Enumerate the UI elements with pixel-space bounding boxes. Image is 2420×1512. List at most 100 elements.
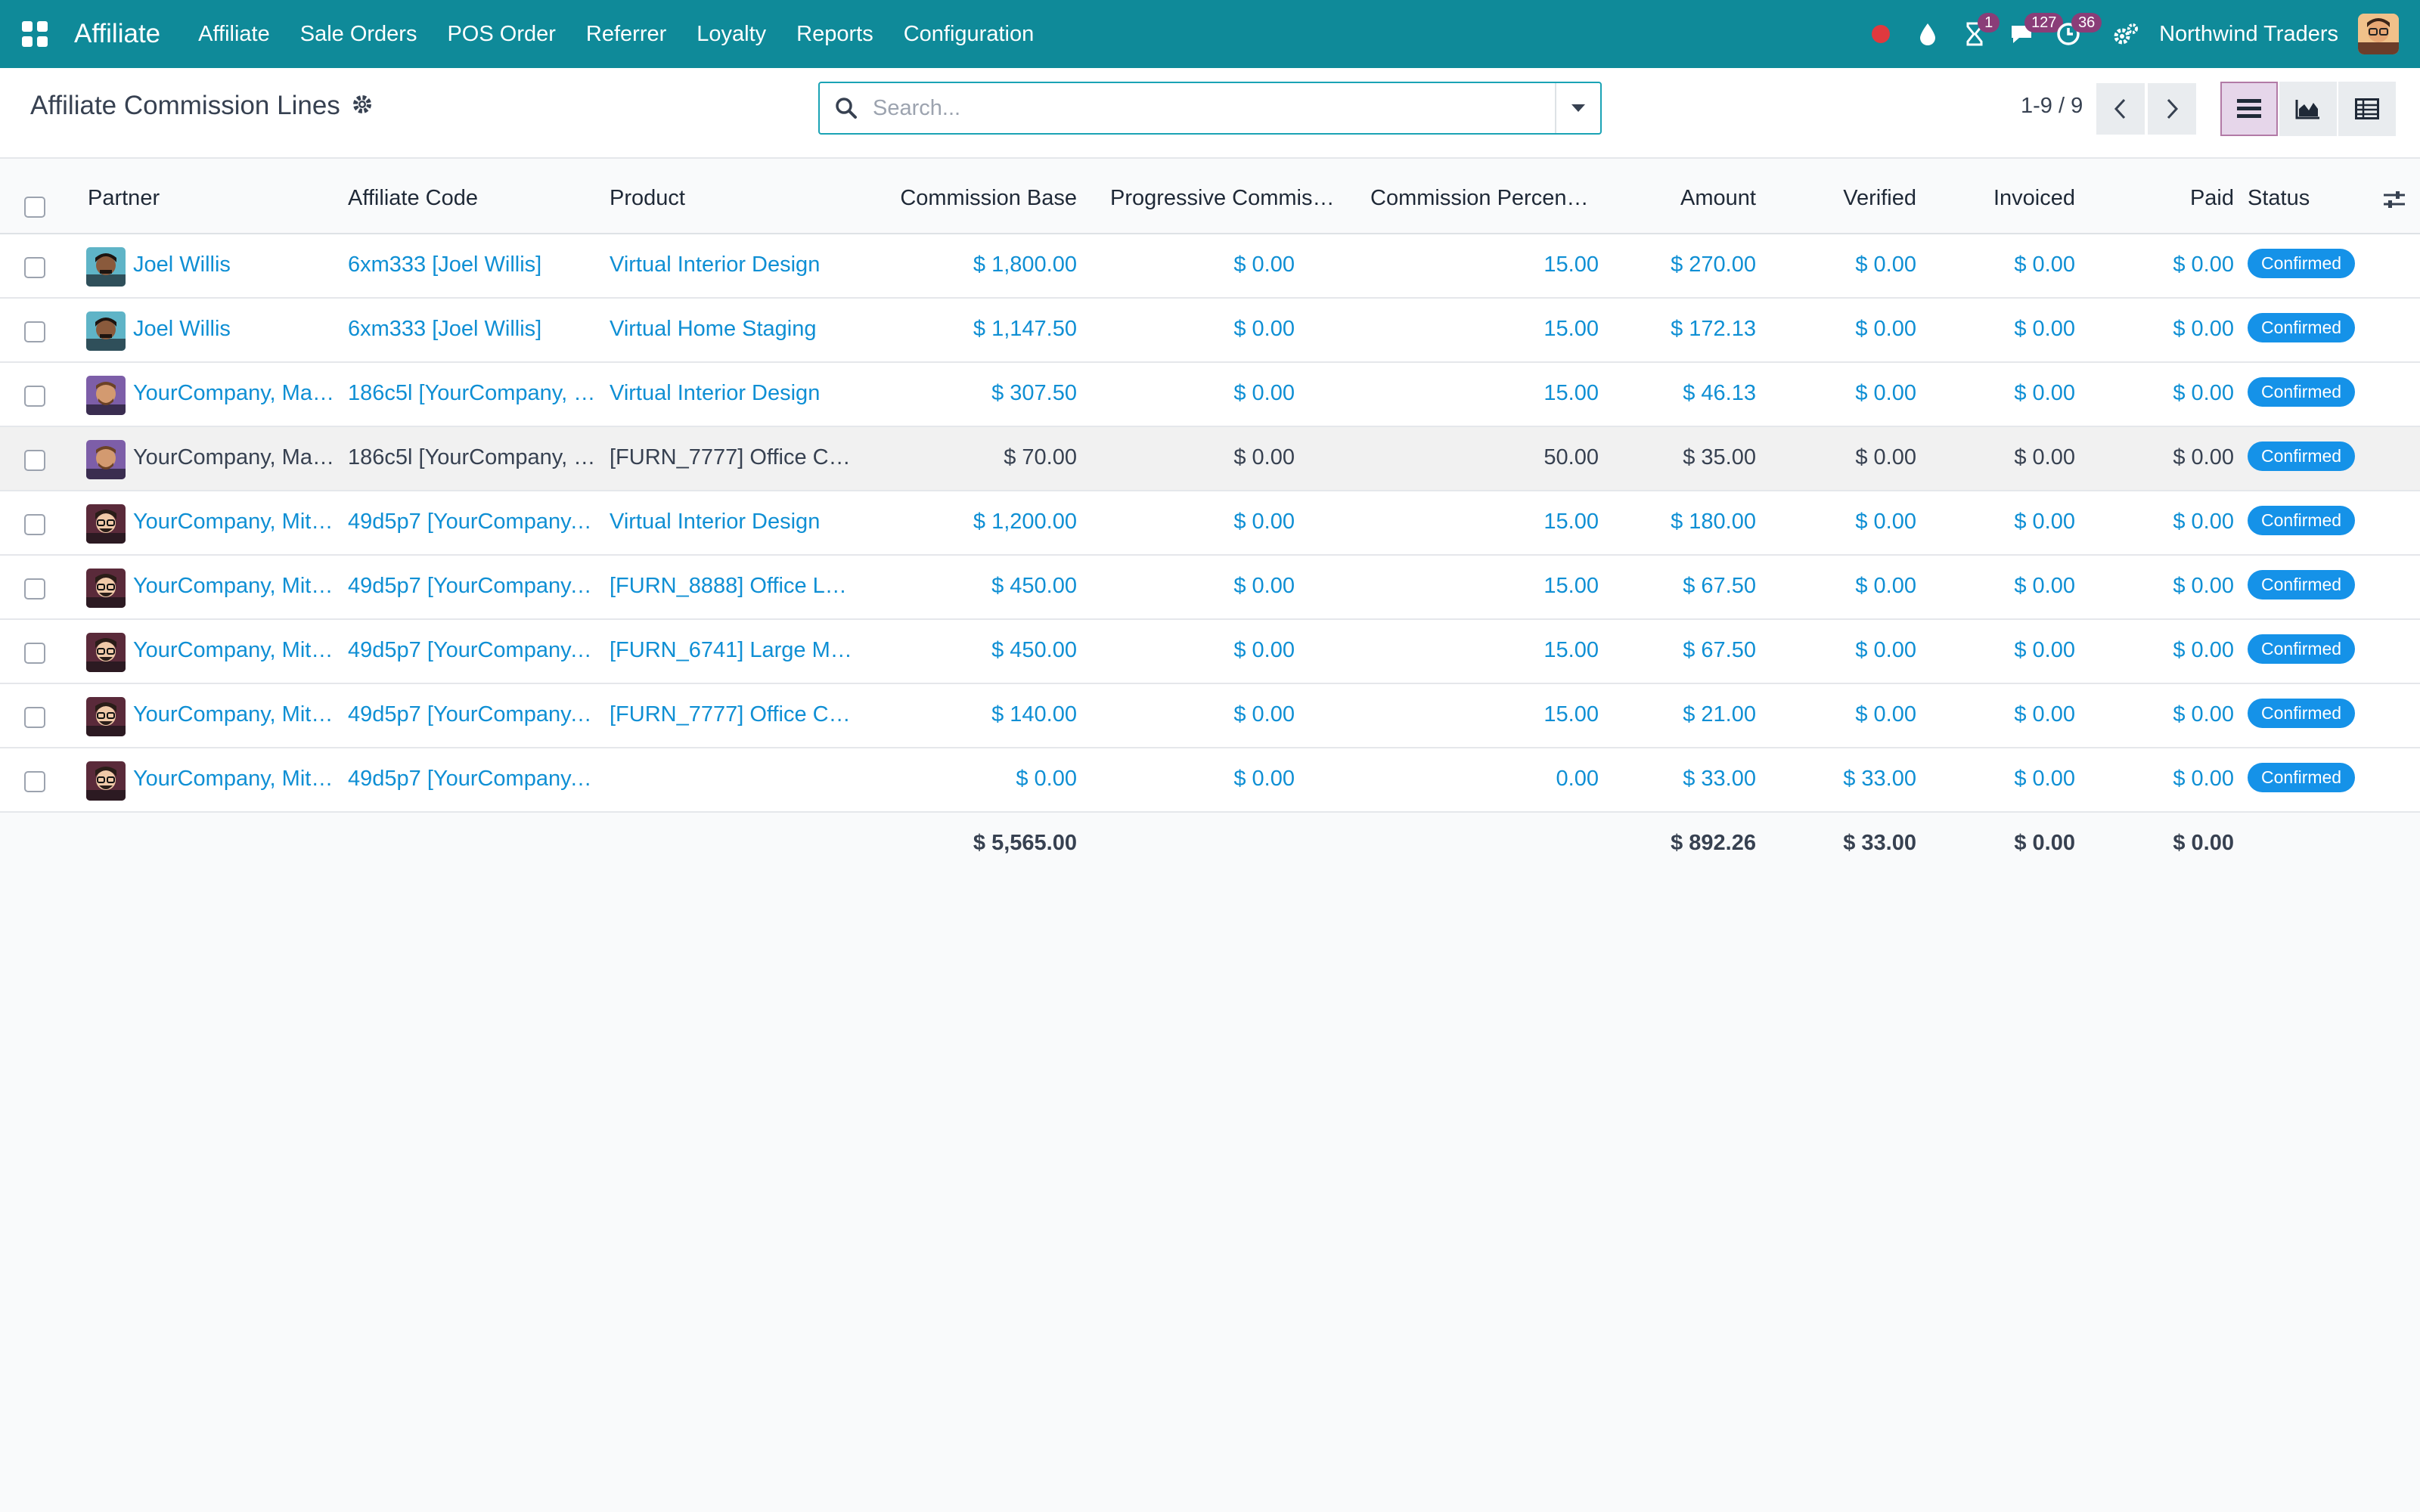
partner-cell[interactable]: YourCompany, Mit… xyxy=(133,510,334,534)
apps-menu-icon[interactable] xyxy=(20,19,50,49)
table-body: Joel Willis 6xm333 [Joel Willis] Virtual I… xyxy=(0,234,2420,813)
table-row[interactable]: Joel Willis 6xm333 [Joel Willis] Virtual I… xyxy=(0,234,2420,299)
affiliate-code-cell[interactable]: 6xm333 [Joel Willis] xyxy=(348,317,597,342)
row-checkbox[interactable] xyxy=(24,257,45,278)
product-cell[interactable]: [FURN_7777] Office Ch… xyxy=(610,445,856,470)
column-commission-base[interactable]: Commission Base xyxy=(870,186,1077,211)
partner-cell[interactable]: YourCompany, Mit… xyxy=(133,702,334,727)
control-panel: Affiliate Commission Lines 1-9 / 9 xyxy=(0,68,2420,159)
total-amount: $ 892.26 xyxy=(1671,831,1756,855)
partner-cell[interactable]: YourCompany, Mit… xyxy=(133,638,334,663)
menu-referrer[interactable]: Referrer xyxy=(580,16,672,53)
row-checkbox[interactable] xyxy=(24,514,45,535)
chevron-left-icon xyxy=(2114,98,2126,119)
user-avatar[interactable] xyxy=(2358,14,2399,54)
row-checkbox[interactable] xyxy=(24,771,45,792)
graph-view-button[interactable] xyxy=(2279,82,2337,136)
partner-avatar xyxy=(86,247,126,287)
table-row[interactable]: YourCompany, Mit… 49d5p7 [YourCompany,… [F… xyxy=(0,684,2420,748)
product-cell[interactable]: Virtual Interior Design xyxy=(610,381,856,406)
column-affiliate-code[interactable]: Affiliate Code xyxy=(348,186,478,211)
hourglass-icon[interactable]: 1 xyxy=(1955,13,2000,54)
partner-cell[interactable]: Joel Willis xyxy=(133,253,334,277)
partner-avatar xyxy=(86,761,126,801)
app-brand[interactable]: Affiliate xyxy=(74,19,160,49)
pivot-view-button[interactable] xyxy=(2338,82,2396,136)
table-row[interactable]: YourCompany, Mit… 49d5p7 [YourCompany,… Vi… xyxy=(0,491,2420,556)
table-row[interactable]: Joel Willis 6xm333 [Joel Willis] Virtual H… xyxy=(0,299,2420,363)
row-checkbox[interactable] xyxy=(24,578,45,600)
gear-icon[interactable] xyxy=(352,91,372,121)
affiliate-code-cell[interactable]: 186c5l [YourCompany, … xyxy=(348,445,597,470)
record-dot-icon[interactable] xyxy=(1861,14,1900,54)
product-cell[interactable]: [FURN_7777] Office Ch… xyxy=(610,702,856,727)
product-cell[interactable]: Virtual Home Staging xyxy=(610,317,856,342)
table-row[interactable]: YourCompany, Mit… 49d5p7 [YourCompany,… [F… xyxy=(0,620,2420,684)
partner-cell[interactable]: YourCompany, Ma… xyxy=(133,381,334,406)
row-checkbox[interactable] xyxy=(24,707,45,728)
column-progressive-commission[interactable]: Progressive Commis… xyxy=(1110,186,1345,211)
search-input[interactable] xyxy=(873,95,1555,121)
column-invoiced[interactable]: Invoiced xyxy=(1944,186,2075,211)
table-row[interactable]: YourCompany, Ma… 186c5l [YourCompany, … Vi… xyxy=(0,363,2420,427)
status-badge: Confirmed xyxy=(2248,249,2356,278)
partner-cell[interactable]: Joel Willis xyxy=(133,317,334,342)
affiliate-code-cell[interactable]: 49d5p7 [YourCompany,… xyxy=(348,702,597,727)
table-row[interactable]: YourCompany, Ma… 186c5l [YourCompany, … [F… xyxy=(0,427,2420,491)
clock-icon[interactable]: 36 xyxy=(2049,13,2102,54)
commission-base-cell: $ 1,147.50 xyxy=(973,317,1077,341)
partner-cell[interactable]: YourCompany, Ma… xyxy=(133,445,334,470)
column-paid[interactable]: Paid xyxy=(2102,186,2234,211)
paid-cell: $ 0.00 xyxy=(2173,510,2234,534)
column-commission-percent[interactable]: Commission Percen… xyxy=(1370,186,1605,211)
partner-avatar xyxy=(86,697,126,736)
menu-pos-order[interactable]: POS Order xyxy=(441,16,561,53)
list-view-button[interactable] xyxy=(2220,82,2278,136)
menu-affiliate[interactable]: Affiliate xyxy=(192,16,276,53)
verified-cell: $ 0.00 xyxy=(1855,574,1916,598)
column-amount[interactable]: Amount xyxy=(1626,186,1756,211)
column-product[interactable]: Product xyxy=(610,186,685,211)
affiliate-code-cell[interactable]: 6xm333 [Joel Willis] xyxy=(348,253,597,277)
affiliate-code-cell[interactable]: 49d5p7 [YourCompany,… xyxy=(348,510,597,534)
product-cell[interactable]: Virtual Interior Design xyxy=(610,510,856,534)
affiliate-code-cell[interactable]: 49d5p7 [YourCompany,… xyxy=(348,638,597,663)
pager-previous-button[interactable] xyxy=(2096,83,2145,135)
row-checkbox[interactable] xyxy=(24,643,45,664)
table-row[interactable]: YourCompany, Mit… 49d5p7 [YourCompany,… $ … xyxy=(0,748,2420,813)
paid-cell: $ 0.00 xyxy=(2173,702,2234,727)
column-partner[interactable]: Partner xyxy=(88,186,160,211)
optional-columns-toggle-icon[interactable] xyxy=(2382,189,2406,215)
total-paid: $ 0.00 xyxy=(2173,831,2234,855)
verified-cell: $ 0.00 xyxy=(1855,638,1916,662)
product-cell[interactable]: [FURN_6741] Large Me… xyxy=(610,638,856,663)
menu-reports[interactable]: Reports xyxy=(790,16,880,53)
product-cell[interactable]: [FURN_8888] Office La… xyxy=(610,574,856,599)
partner-avatar xyxy=(86,633,126,672)
menu-loyalty[interactable]: Loyalty xyxy=(690,16,772,53)
messages-icon[interactable]: 127 xyxy=(2002,13,2064,54)
affiliate-code-cell[interactable]: 49d5p7 [YourCompany,… xyxy=(348,574,597,599)
company-switcher[interactable]: Northwind Traders xyxy=(2159,22,2338,47)
row-checkbox[interactable] xyxy=(24,321,45,342)
pager-next-button[interactable] xyxy=(2148,83,2196,135)
column-status[interactable]: Status xyxy=(2248,186,2310,211)
menu-configuration[interactable]: Configuration xyxy=(898,16,1041,53)
column-verified[interactable]: Verified xyxy=(1785,186,1916,211)
settings-gears-icon[interactable] xyxy=(2106,14,2145,54)
product-cell[interactable]: Virtual Interior Design xyxy=(610,253,856,277)
verified-cell: $ 0.00 xyxy=(1855,253,1916,277)
partner-cell[interactable]: YourCompany, Mit… xyxy=(133,574,334,599)
row-checkbox[interactable] xyxy=(24,386,45,407)
affiliate-code-cell[interactable]: 186c5l [YourCompany, … xyxy=(348,381,597,406)
table-row[interactable]: YourCompany, Mit… 49d5p7 [YourCompany,… [F… xyxy=(0,556,2420,620)
row-checkbox[interactable] xyxy=(24,450,45,471)
menu-sale-orders[interactable]: Sale Orders xyxy=(294,16,424,53)
partner-cell[interactable]: YourCompany, Mit… xyxy=(133,767,334,792)
pager-value[interactable]: 1-9 / 9 xyxy=(2021,94,2083,119)
select-all-checkbox[interactable] xyxy=(24,197,45,218)
paid-cell: $ 0.00 xyxy=(2173,638,2234,662)
drop-icon[interactable] xyxy=(1908,14,1947,54)
search-options-toggle[interactable] xyxy=(1555,83,1600,133)
affiliate-code-cell[interactable]: 49d5p7 [YourCompany,… xyxy=(348,767,597,792)
